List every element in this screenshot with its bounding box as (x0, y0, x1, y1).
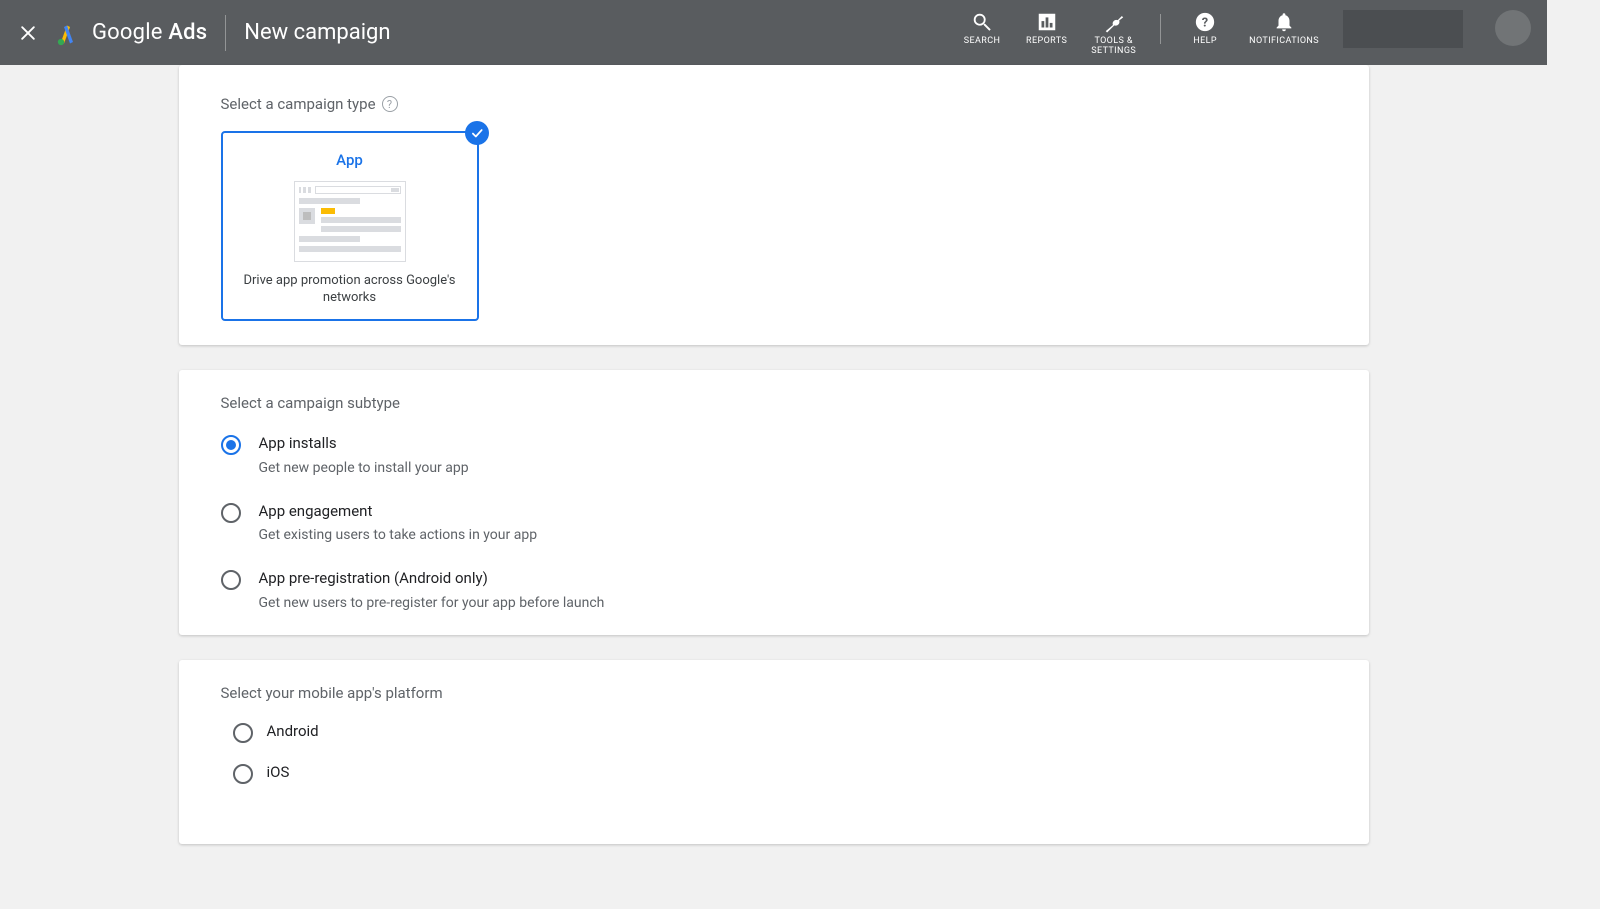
account-switcher[interactable] (1343, 10, 1463, 48)
app-header: Google Ads New campaign SEARCH REPORTS T… (0, 0, 1547, 65)
avatar[interactable] (1495, 10, 1531, 46)
search-label: SEARCH (964, 37, 1001, 47)
radio-label: App engagement (259, 502, 538, 522)
reports-label: REPORTS (1026, 37, 1067, 47)
radio-label: Android (267, 722, 319, 742)
subtype-option-app-engagement[interactable]: App engagement Get existing users to tak… (221, 502, 1327, 544)
svg-text:?: ? (1202, 16, 1208, 31)
help-icon: ? (1193, 10, 1217, 34)
platform-label: Select your mobile app's platform (221, 684, 1327, 702)
radio-icon (233, 723, 253, 743)
header-tools: SEARCH REPORTS TOOLS &SETTINGS ? HELP NO (962, 0, 1531, 65)
search-tool[interactable]: SEARCH (962, 10, 1002, 47)
radio-icon (221, 435, 241, 455)
brand-suffix: Ads (168, 20, 207, 45)
campaign-subtype-card: Select a campaign subtype App installs G… (179, 370, 1369, 635)
close-icon[interactable] (16, 21, 40, 45)
reports-tool[interactable]: REPORTS (1026, 10, 1067, 47)
radio-icon (221, 570, 241, 590)
platform-radio-group: Android iOS (233, 722, 1327, 784)
help-circle-icon[interactable]: ? (382, 96, 398, 112)
radio-label: App pre-registration (Android only) (259, 569, 605, 589)
google-ads-logo-icon (52, 18, 82, 48)
radio-description: Get new people to install your app (259, 460, 469, 476)
check-badge-icon (465, 121, 489, 145)
help-label: HELP (1193, 37, 1217, 47)
subtype-option-app-preregistration[interactable]: App pre-registration (Android only) Get … (221, 569, 1327, 611)
brand-prefix: Google (92, 20, 163, 45)
settings-tool[interactable]: TOOLS &SETTINGS (1091, 10, 1136, 57)
tool-divider (1160, 14, 1161, 44)
campaign-type-card: Select a campaign type ? App (179, 65, 1369, 345)
search-icon (970, 10, 994, 34)
settings-label: TOOLS &SETTINGS (1091, 37, 1136, 57)
radio-description: Get existing users to take actions in yo… (259, 527, 538, 543)
campaign-type-option-app[interactable]: App Drive app promotion (221, 131, 479, 321)
bell-icon (1272, 10, 1296, 34)
campaign-type-title: App (336, 151, 363, 169)
wrench-icon (1102, 10, 1126, 34)
radio-icon (221, 503, 241, 523)
radio-label: App installs (259, 434, 469, 454)
page-title: New campaign (244, 20, 390, 45)
content: Select a campaign type ? App (0, 65, 1547, 909)
header-divider (225, 15, 226, 51)
platform-option-android[interactable]: Android (233, 722, 1327, 743)
help-tool[interactable]: ? HELP (1185, 10, 1225, 47)
radio-description: Get new users to pre-register for your a… (259, 595, 605, 611)
notifications-tool[interactable]: NOTIFICATIONS (1249, 10, 1319, 47)
platform-card: Select your mobile app's platform Androi… (179, 660, 1369, 844)
notifications-label: NOTIFICATIONS (1249, 37, 1319, 47)
platform-option-ios[interactable]: iOS (233, 763, 1327, 784)
radio-label: iOS (267, 763, 290, 783)
subtype-radio-group: App installs Get new people to install y… (221, 434, 1327, 611)
reports-icon (1035, 10, 1059, 34)
radio-icon (233, 764, 253, 784)
brand-text: Google Ads (92, 20, 207, 45)
subtype-option-app-installs[interactable]: App installs Get new people to install y… (221, 434, 1327, 476)
campaign-subtype-label: Select a campaign subtype (221, 394, 1327, 412)
campaign-illustration (294, 181, 406, 262)
campaign-type-desc: Drive app promotion across Google's netw… (235, 272, 465, 307)
campaign-type-label: Select a campaign type ? (221, 95, 1327, 113)
